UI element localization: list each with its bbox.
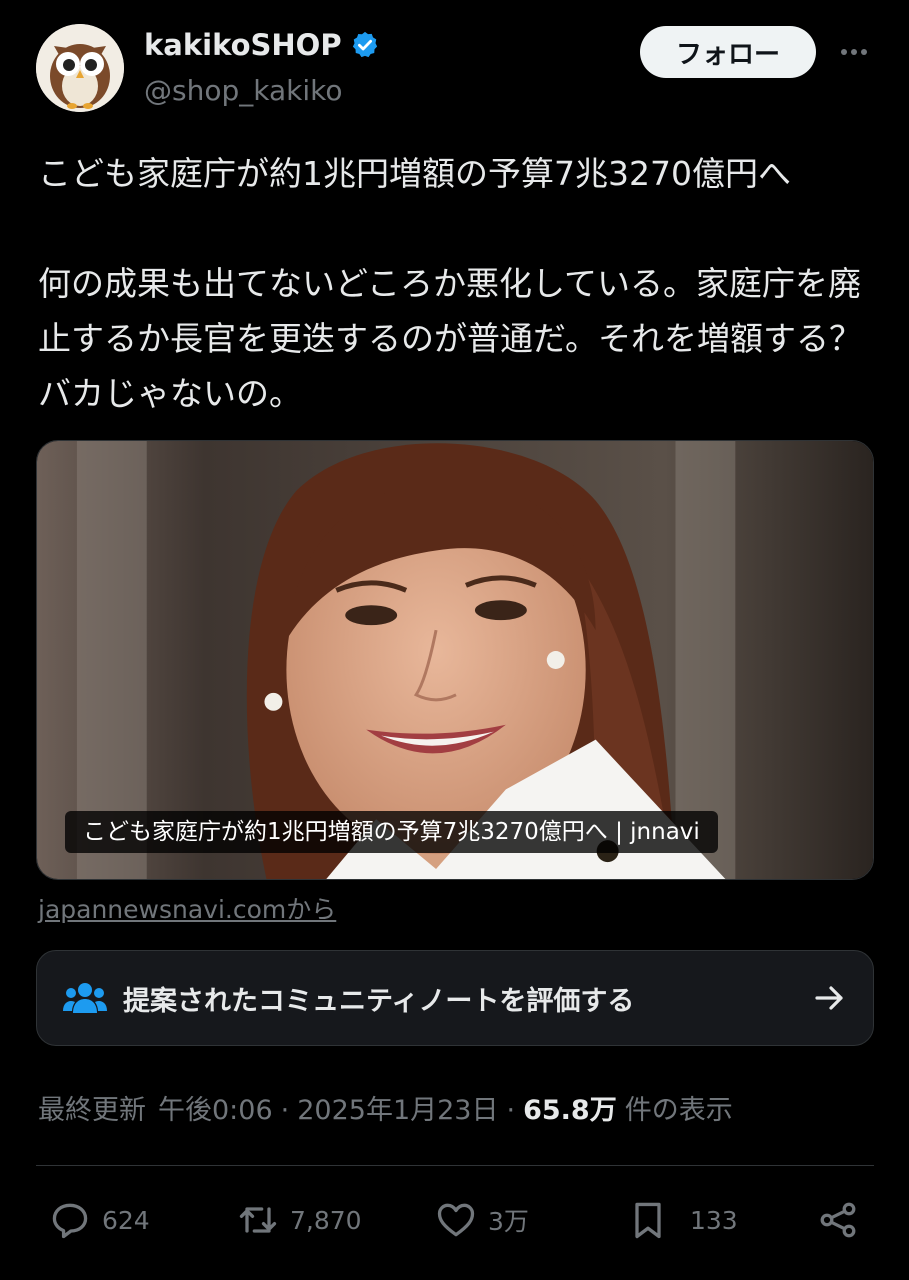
action-bar: 624 7,870 3万 133 [36, 1190, 876, 1250]
divider [36, 1165, 874, 1166]
tweet-meta: 最終更新 午後0:06 · 2025年1月23日 · 65.8万 件の表示 [38, 1088, 733, 1127]
reply-icon [52, 1203, 88, 1239]
people-icon [63, 983, 107, 1013]
community-note-prompt[interactable]: 提案されたコミュニティノートを評価する [36, 950, 874, 1046]
bookmark-count: 133 [690, 1205, 738, 1235]
meta-separator: · [280, 1095, 290, 1126]
meta-separator-2: · [506, 1095, 516, 1126]
tweet-text: こども家庭庁が約1兆円増額の予算7兆3270億円へ 何の成果も出てないどころか悪… [38, 154, 863, 413]
owl-avatar-icon[interactable] [36, 24, 124, 112]
reply-button[interactable]: 624 [48, 1190, 150, 1250]
follow-button[interactable]: フォロー [640, 26, 816, 78]
community-note-label: 提案されたコミュニティノートを評価する [123, 985, 635, 1017]
share-icon [820, 1202, 856, 1238]
views-label: 件の表示 [624, 1095, 733, 1126]
reply-count: 624 [102, 1205, 150, 1235]
share-button[interactable] [816, 1190, 860, 1250]
meta-prefix: 最終更新 [38, 1095, 146, 1126]
like-count: 3万 [488, 1207, 529, 1236]
card-caption[interactable]: こども家庭庁が約1兆円増額の予算7兆3270億円へ | jnnavi [65, 811, 718, 853]
bookmark-button[interactable]: 133 [626, 1190, 738, 1250]
like-button[interactable]: 3万 [434, 1190, 529, 1250]
verified-badge-icon [352, 31, 377, 58]
meta-date[interactable]: 2025年1月23日 [297, 1088, 498, 1127]
retweet-count: 7,870 [290, 1205, 362, 1235]
retweet-button[interactable]: 7,870 [236, 1190, 362, 1250]
heart-icon [437, 1203, 475, 1237]
user-handle[interactable]: @shop_kakiko [144, 74, 342, 107]
arrow-right-icon [815, 986, 843, 1010]
tweet-header: kakikoSHOP @shop_kakiko フォロー [36, 24, 876, 116]
bookmark-icon [635, 1202, 661, 1239]
source-link[interactable]: japannewsnavi.comから [38, 890, 336, 926]
more-dots-icon[interactable] [832, 34, 876, 70]
views-count[interactable]: 65.8万 [523, 1088, 617, 1127]
meta-time[interactable]: 午後0:06 [158, 1088, 273, 1127]
display-name-text[interactable]: kakikoSHOP [144, 28, 342, 62]
link-card[interactable]: こども家庭庁が約1兆円増額の予算7兆3270億円へ | jnnavi [36, 440, 874, 880]
display-name[interactable]: kakikoSHOP [144, 28, 380, 62]
retweet-icon [239, 1207, 277, 1233]
